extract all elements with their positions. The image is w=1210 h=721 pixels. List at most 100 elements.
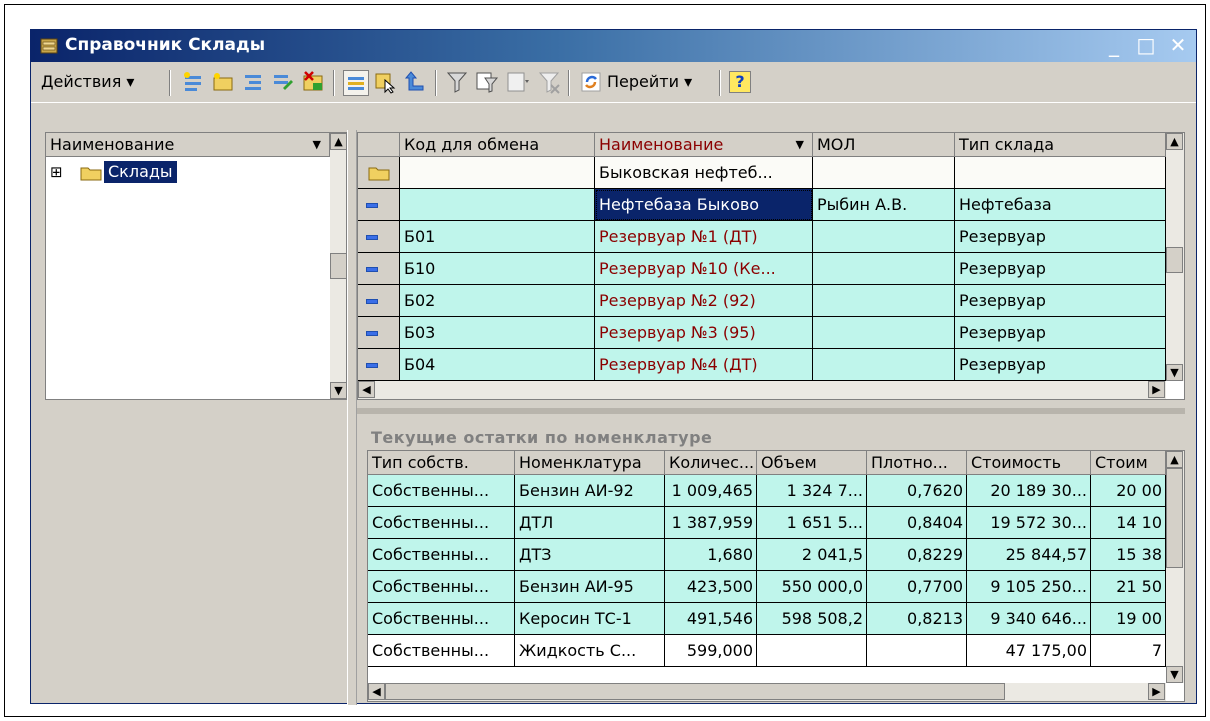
stock-cell[interactable]	[757, 635, 867, 667]
grid-cell-code[interactable]	[400, 189, 595, 221]
stock-cell[interactable]: Бензин АИ-92	[515, 475, 665, 507]
close-button[interactable]: ✕	[1165, 33, 1191, 57]
grid-cell-mol[interactable]	[813, 285, 955, 317]
stock-cell[interactable]: 1 324 7...	[757, 475, 867, 507]
stock-column-header[interactable]: Стоим	[1091, 451, 1166, 475]
grid-cell-mol[interactable]: Рыбин А.В.	[813, 189, 955, 221]
tree-item-sklady[interactable]: Склады	[104, 161, 177, 183]
level-up-icon[interactable]	[403, 70, 427, 94]
stock-cell[interactable]: Собственны...	[368, 475, 515, 507]
list-mode-icon[interactable]	[343, 70, 369, 96]
scroll-up-icon[interactable]: ▲	[1166, 133, 1183, 150]
stock-cell[interactable]	[867, 635, 967, 667]
stock-column-header[interactable]: Объем	[757, 451, 867, 475]
grid-cell-name[interactable]: Резервуар №10 (Ке...	[595, 253, 813, 285]
stock-cell[interactable]: 9 340 646...	[967, 603, 1091, 635]
scroll-down-icon[interactable]: ▼	[330, 382, 346, 399]
grid-cell-mol[interactable]	[813, 221, 955, 253]
stock-cell[interactable]: 7	[1091, 635, 1166, 667]
stock-cell[interactable]: Собственны...	[368, 571, 515, 603]
horizontal-splitter[interactable]	[357, 408, 1185, 414]
grid-cell-type[interactable]: Резервуар	[955, 253, 1166, 285]
item-row-icon-cell[interactable]	[358, 189, 400, 221]
tree-expand-icon[interactable]: ⊞	[50, 161, 72, 183]
stock-cell[interactable]: 1 387,959	[665, 507, 757, 539]
column-header-code[interactable]: Код для обмена	[400, 133, 595, 157]
scroll-right-icon[interactable]: ▶	[1148, 683, 1165, 700]
grid-cell-code[interactable]: Б01	[400, 221, 595, 253]
stock-cell[interactable]: 491,546	[665, 603, 757, 635]
scroll-down-icon[interactable]: ▼	[1166, 666, 1183, 683]
stock-cell[interactable]: Собственны...	[368, 539, 515, 571]
stock-cell[interactable]: ДТЛ	[515, 507, 665, 539]
grid-cell-type[interactable]: Нефтебаза	[955, 189, 1166, 221]
grid-horizontal-scrollbar[interactable]: ◀ ▶	[358, 381, 1166, 399]
column-header-name[interactable]: Наименование ▼	[595, 133, 813, 157]
grid-cell-code[interactable]: Б04	[400, 349, 595, 381]
item-row-icon-cell[interactable]	[358, 253, 400, 285]
stock-cell[interactable]: 0,8404	[867, 507, 967, 539]
grid-cell-mol[interactable]	[813, 253, 955, 285]
grid-cell-name[interactable]: Резервуар №4 (ДТ)	[595, 349, 813, 381]
stock-cell[interactable]: Бензин АИ-95	[515, 571, 665, 603]
stock-vertical-scrollbar[interactable]: ▲ ▼	[1166, 451, 1184, 683]
goto-menu-button[interactable]: Перейти ▾	[607, 70, 692, 94]
stock-cell[interactable]: 0,7700	[867, 571, 967, 603]
grid-cell-code[interactable]	[400, 157, 595, 189]
item-row-icon-cell[interactable]	[358, 317, 400, 349]
stock-cell[interactable]: 598 508,2	[757, 603, 867, 635]
grid-cell-code[interactable]: Б02	[400, 285, 595, 317]
stock-column-header[interactable]: Количес...	[665, 451, 757, 475]
stock-cell[interactable]: 599,000	[665, 635, 757, 667]
stock-column-header[interactable]: Номенклатура	[515, 451, 665, 475]
filter-value-icon[interactable]	[475, 70, 499, 94]
scroll-right-icon[interactable]: ▶	[1148, 381, 1165, 398]
stock-cell[interactable]: 0,7620	[867, 475, 967, 507]
scroll-thumb[interactable]	[385, 683, 1005, 700]
column-header-mol[interactable]: МОЛ	[813, 133, 955, 157]
scroll-thumb[interactable]	[1166, 468, 1183, 568]
tree-vertical-scrollbar[interactable]: ▲ ▼	[330, 133, 346, 399]
stock-column-header[interactable]: Стоимость	[967, 451, 1091, 475]
grid-cell-type[interactable]	[955, 157, 1166, 189]
stock-cell[interactable]: 21 50	[1091, 571, 1166, 603]
grid-cell-mol[interactable]	[813, 157, 955, 189]
stock-cell[interactable]: 1,680	[665, 539, 757, 571]
stock-cell[interactable]: 1 651 5...	[757, 507, 867, 539]
actions-menu-button[interactable]: Действия ▾	[41, 70, 134, 94]
folder-row-icon-cell[interactable]	[358, 157, 400, 189]
scroll-up-icon[interactable]: ▲	[330, 133, 346, 150]
grid-cell-mol[interactable]	[813, 317, 955, 349]
minimize-button[interactable]: _	[1101, 33, 1127, 57]
clear-filter-icon[interactable]	[537, 70, 561, 94]
stock-cell[interactable]: 0,8229	[867, 539, 967, 571]
stock-cell[interactable]: 15 38	[1091, 539, 1166, 571]
grid-cell-code[interactable]: Б03	[400, 317, 595, 349]
add-item-icon[interactable]	[181, 70, 205, 94]
stock-cell[interactable]: Собственны...	[368, 507, 515, 539]
stock-cell[interactable]: Собственны...	[368, 635, 515, 667]
stock-cell[interactable]: 20 189 30...	[967, 475, 1091, 507]
grid-cell-code[interactable]: Б10	[400, 253, 595, 285]
grid-cell-name-selected[interactable]: Нефтебаза Быково	[595, 189, 813, 221]
stock-cell[interactable]: 20 00	[1091, 475, 1166, 507]
filter-history-icon[interactable]	[505, 70, 529, 94]
grid-cell-name[interactable]: Резервуар №1 (ДТ)	[595, 221, 813, 253]
tree-header[interactable]: Наименование ▼	[46, 133, 330, 157]
grid-cell-type[interactable]: Резервуар	[955, 317, 1166, 349]
edit-item-icon[interactable]	[271, 70, 295, 94]
grid-cell-type[interactable]: Резервуар	[955, 221, 1166, 253]
stock-cell[interactable]: 47 175,00	[967, 635, 1091, 667]
stock-cell[interactable]: 1 009,465	[665, 475, 757, 507]
add-group-icon[interactable]	[211, 70, 235, 94]
mark-deletion-icon[interactable]	[301, 70, 325, 94]
stock-cell[interactable]: 19 572 30...	[967, 507, 1091, 539]
scroll-left-icon[interactable]: ◀	[368, 683, 385, 700]
column-header-type[interactable]: Тип склада	[955, 133, 1166, 157]
grid-cell-name[interactable]: Быковская нефтеб...	[595, 157, 813, 189]
copy-item-icon[interactable]	[241, 70, 265, 94]
stock-cell[interactable]: 14 10	[1091, 507, 1166, 539]
item-row-icon-cell[interactable]	[358, 221, 400, 253]
item-row-icon-cell[interactable]	[358, 349, 400, 381]
grid-cell-type[interactable]: Резервуар	[955, 349, 1166, 381]
